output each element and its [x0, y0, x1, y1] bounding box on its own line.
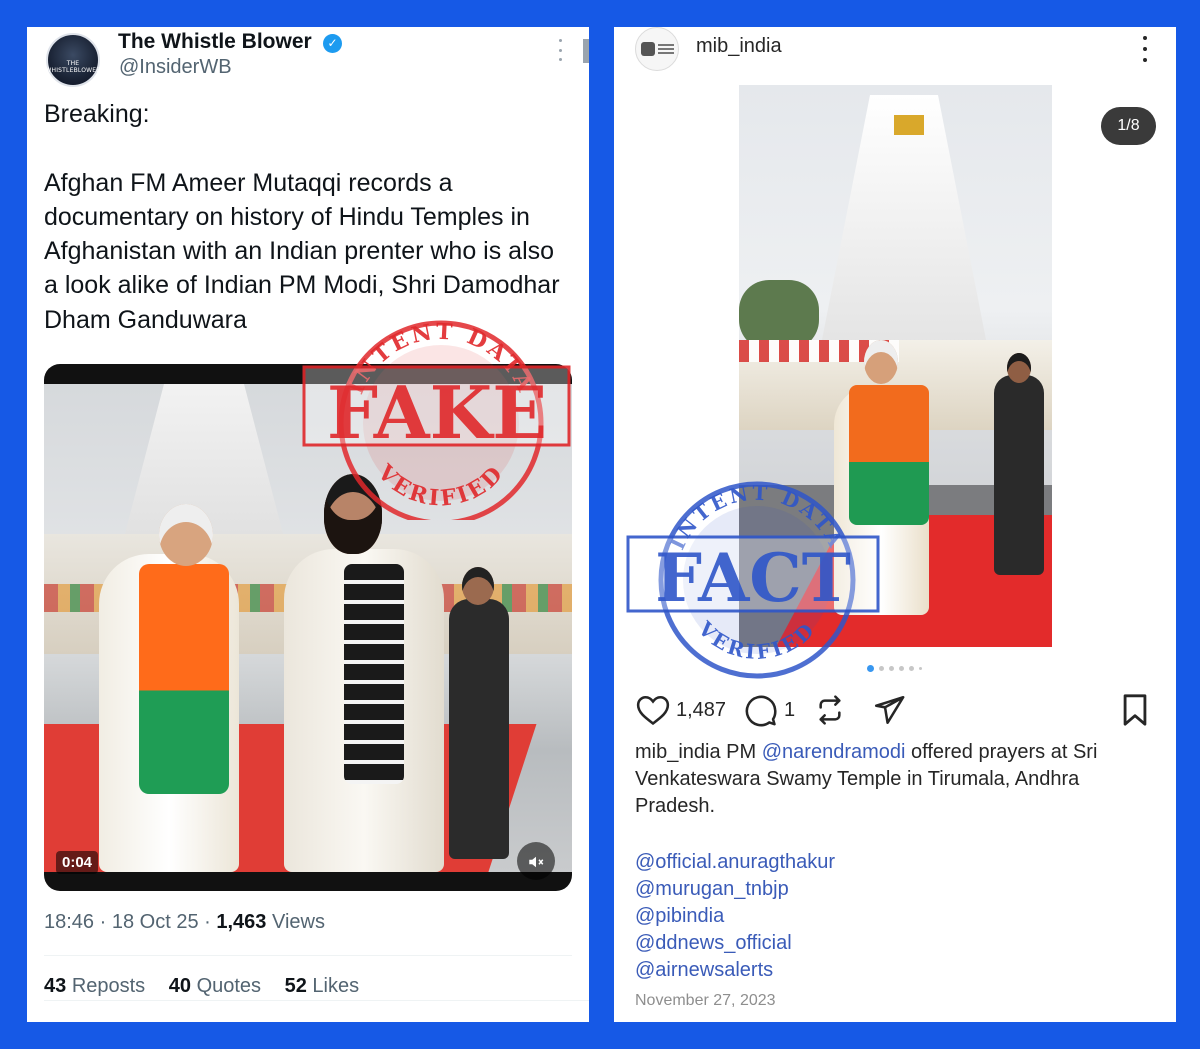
heart-icon: [636, 695, 670, 726]
image-counter: 1/8: [1101, 107, 1156, 145]
tweet-stats: 43 Reposts 40 Quotes 52 Likes: [44, 975, 377, 998]
tweet-handle[interactable]: @InsiderWB: [119, 56, 232, 79]
tweet-card: THE WHISTLEBLOWER The Whistle Blower ✓ @…: [27, 27, 589, 1022]
tweet-video[interactable]: 0:04: [44, 364, 572, 891]
tag-link[interactable]: @official.anuragthakur: [635, 849, 835, 876]
more-options-icon[interactable]: [1140, 36, 1150, 62]
emblem-icon: [640, 42, 655, 56]
tweet-display-name[interactable]: The Whistle Blower: [118, 30, 312, 54]
post-caption: mib_india PM @narendramodi offered praye…: [635, 739, 1135, 820]
tag-link[interactable]: @airnewsalerts: [635, 957, 835, 984]
tweet-avatar[interactable]: THE WHISTLEBLOWER: [45, 33, 101, 87]
like-button[interactable]: 1,487: [636, 692, 726, 728]
video-timestamp: 0:04: [56, 851, 99, 874]
save-button[interactable]: [1120, 692, 1150, 728]
comments-count: 1: [784, 698, 796, 721]
caption-mention[interactable]: @narendramodi: [762, 741, 906, 763]
reposts-stat[interactable]: 43 Reposts: [44, 975, 145, 997]
scrollbar[interactable]: [583, 39, 589, 63]
comment-button[interactable]: 1: [744, 692, 795, 728]
speaker-muted-icon[interactable]: [517, 842, 555, 880]
instagram-avatar[interactable]: [635, 27, 679, 71]
send-icon: [874, 695, 905, 725]
tweet-date[interactable]: 18 Oct 25: [112, 911, 199, 933]
likes-stat[interactable]: 52 Likes: [285, 975, 360, 997]
caption-prefix: PM: [726, 741, 757, 763]
repost-button[interactable]: [814, 692, 846, 728]
comment-icon: [745, 695, 777, 727]
instagram-post: mib_india 1/8 1,487 1 mib_india PM @nare…: [614, 27, 1176, 1022]
post-date: November 27, 2023: [635, 992, 776, 1009]
video-frame: [44, 384, 572, 872]
divider: [44, 955, 572, 956]
caption-username[interactable]: mib_india: [635, 741, 721, 763]
carousel-dots: [867, 665, 922, 672]
repost-icon: [819, 695, 841, 725]
tweet-meta: 18:46 · 18 Oct 25 · 1,463 Views: [44, 911, 325, 933]
divider: [44, 1000, 589, 1001]
tweet-time: 18:46: [44, 911, 95, 933]
post-actions: 1,487 1: [636, 692, 1156, 732]
tag-link[interactable]: @pibindia: [635, 903, 835, 930]
likes-count: 1,487: [676, 698, 727, 721]
share-button[interactable]: [872, 692, 906, 728]
avatar-text-top: THE: [66, 60, 80, 67]
bookmark-icon: [1123, 694, 1147, 726]
avatar-text-bottom: WHISTLEBLOWER: [45, 67, 101, 74]
post-image[interactable]: [739, 85, 1052, 647]
tweet-views-label: Views: [271, 911, 325, 933]
instagram-username[interactable]: mib_india: [696, 35, 782, 58]
more-options-icon[interactable]: [553, 39, 567, 61]
caption-tags: @official.anuragthakur @murugan_tnbjp @p…: [635, 849, 835, 984]
frame-border: [0, 0, 1200, 27]
tag-link[interactable]: @ddnews_official: [635, 930, 835, 957]
quotes-stat[interactable]: 40 Quotes: [169, 975, 261, 997]
tweet-views-count: 1,463: [216, 911, 267, 933]
check-badge-icon: ✓: [323, 34, 342, 53]
tweet-text: Breaking: Afghan FM Ameer Mutaqqi record…: [44, 100, 560, 334]
tag-link[interactable]: @murugan_tnbjp: [635, 876, 835, 903]
